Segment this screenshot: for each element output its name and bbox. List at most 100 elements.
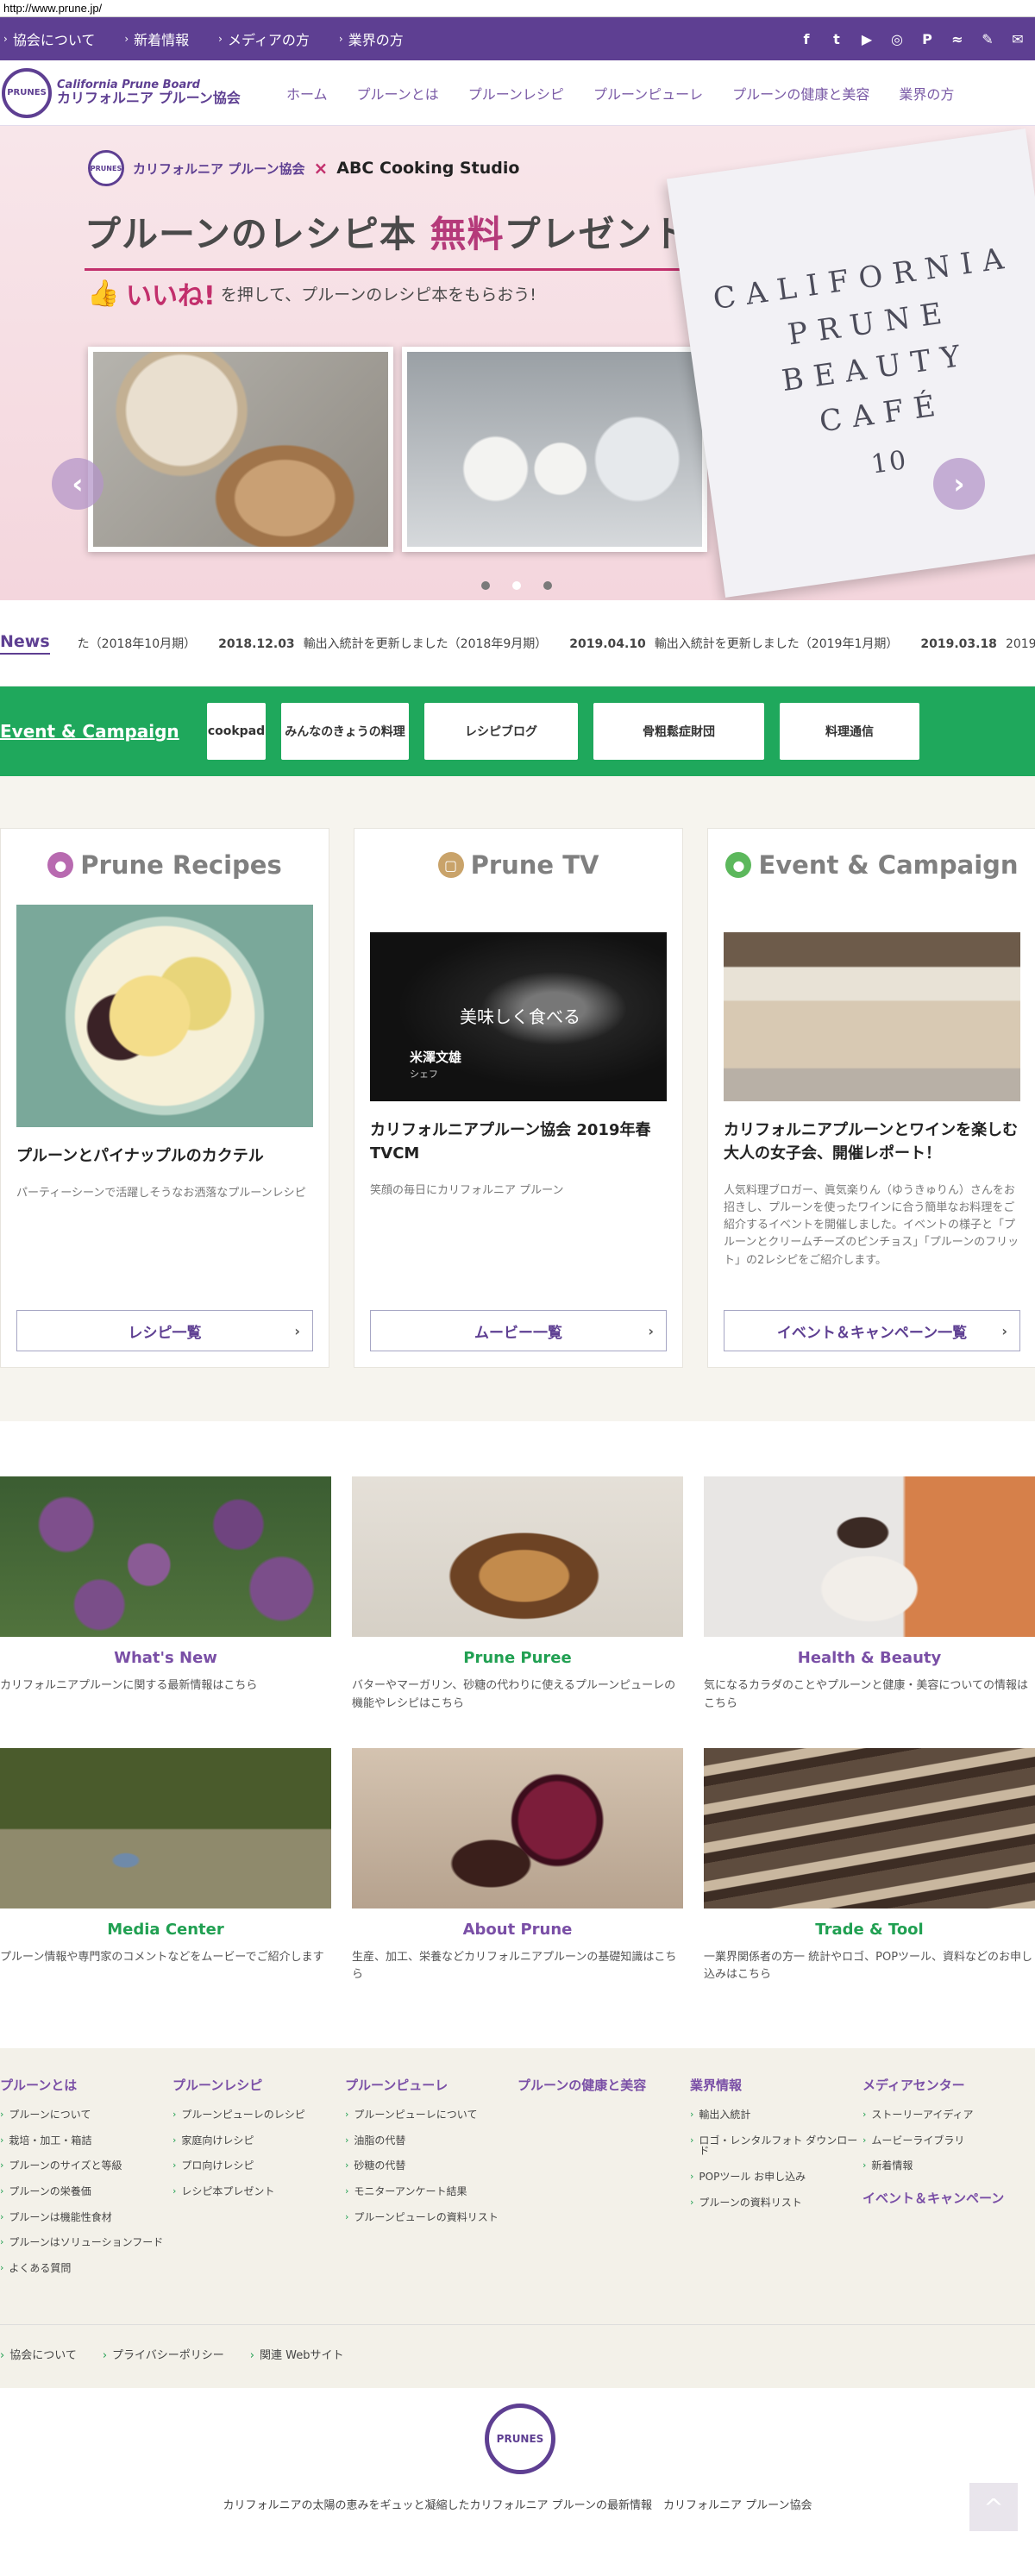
footer-link[interactable]: › 栽培・加工・箱詰 xyxy=(0,2135,172,2147)
slider-dot[interactable] xyxy=(481,581,490,590)
nav-puree[interactable]: プルーンピューレ xyxy=(593,83,703,103)
footer-link[interactable]: › ロゴ・レンタルフォト ダウンロード xyxy=(690,2134,862,2157)
footer-column-heading[interactable]: 業界情報 xyxy=(690,2076,862,2094)
pinterest-icon[interactable]: P xyxy=(917,28,938,49)
footer-link[interactable]: › プルーンの資料リスト xyxy=(690,2197,862,2209)
tile-about-prune[interactable]: About Prune 生産、加工、栄養などカリフォルニアプルーンの基礎知識はこち… xyxy=(352,1747,683,1985)
news-item[interactable]: 2019.03.182019年 春のキャ xyxy=(920,635,1035,652)
tile-image[interactable] xyxy=(704,1476,1035,1637)
footer-link[interactable]: › 輸出入統計 xyxy=(690,2109,862,2121)
recipe-list-button[interactable]: レシピ一覧 › xyxy=(16,1310,313,1351)
card-title[interactable]: カリフォルニアプルーンとワインを楽しむ大人の女子会、開催レポート！ xyxy=(724,1119,1020,1165)
footer-link[interactable]: › プルーンピューレの資料リスト xyxy=(345,2210,518,2223)
tile-health-beauty[interactable]: Health & Beauty 気になるカラダのことやプルーンと健康・美容について… xyxy=(704,1476,1035,1714)
footer-link[interactable]: › POPツール お申し込み xyxy=(690,2172,862,2183)
top-links: › 協会について › 新着情報 › メディアの方 › 業界の方 xyxy=(3,28,796,49)
twitter-icon[interactable]: t xyxy=(826,28,847,49)
instagram-icon[interactable]: ◎ xyxy=(887,28,907,49)
card-heading: Prune TV xyxy=(470,850,599,880)
back-to-top-button[interactable]: ^ xyxy=(969,2483,1018,2532)
mail-icon[interactable]: ✉ xyxy=(1007,28,1028,49)
top-link-media[interactable]: › メディアの方 xyxy=(218,28,310,49)
prunes-footer-logo[interactable]: PRUNES xyxy=(485,2404,555,2475)
news-label[interactable]: News xyxy=(0,632,50,655)
footer-column-heading[interactable]: プルーンレシピ xyxy=(172,2076,345,2094)
footer-link[interactable]: › モニターアンケート結果 xyxy=(345,2186,518,2197)
footer-event-link[interactable]: イベント＆キャンペーン xyxy=(862,2189,1035,2207)
footer-link-about[interactable]: › 協会について xyxy=(0,2346,77,2362)
card-title[interactable]: プルーンとパイナップルのカクテル xyxy=(16,1144,313,1168)
nav-health[interactable]: プルーンの健康と美容 xyxy=(732,83,869,103)
youtube-icon[interactable]: ▶ xyxy=(856,28,877,49)
card-image[interactable]: 美味しく食べる 米澤文雄 シェフ xyxy=(370,932,667,1101)
footer-link[interactable]: › プルーンは機能性食材 xyxy=(0,2211,172,2223)
rss-icon[interactable]: ≈ xyxy=(947,28,968,49)
nav-home[interactable]: ホーム xyxy=(286,83,328,103)
footer-link[interactable]: › レシピ本プレゼント xyxy=(172,2186,345,2197)
partner-ryouri-tsushin[interactable]: 料理通信 xyxy=(780,703,919,760)
tile-image[interactable] xyxy=(352,1476,683,1637)
nav-about-prune[interactable]: プルーンとは xyxy=(357,83,439,103)
slider-dot[interactable] xyxy=(512,581,521,590)
footer-link[interactable]: › ストーリーアイディア xyxy=(862,2109,1035,2121)
footer-link-privacy[interactable]: › プライバシーポリシー xyxy=(103,2346,224,2362)
footer-link[interactable]: › ムービーライブラリ xyxy=(862,2135,1035,2147)
tile-prune-puree[interactable]: Prune Puree バターやマーガリン、砂糖の代わりに使えるプルーンピューレの… xyxy=(352,1476,683,1714)
footer-column: プルーンとは › プルーンについて › 栽培・加工・箱詰 › プルーンのサイズと等級 › プルー… xyxy=(0,2076,172,2288)
event-list-button[interactable]: イベント＆キャンペーン一覧 › xyxy=(724,1310,1020,1351)
blog-icon[interactable]: ✎ xyxy=(977,28,998,49)
tile-image[interactable] xyxy=(0,1747,331,1908)
footer-link[interactable]: › 新着情報 xyxy=(862,2160,1035,2172)
top-link-industry[interactable]: › 業界の方 xyxy=(339,28,404,49)
footer-link[interactable]: › プロ向けレシピ xyxy=(172,2160,345,2172)
top-link-about[interactable]: › 協会について xyxy=(3,28,95,49)
event-campaign-link[interactable]: Event & Campaign xyxy=(0,721,191,742)
chevron-right-icon: › xyxy=(345,2210,349,2222)
footer-column-heading[interactable]: メディアセンター xyxy=(862,2076,1035,2094)
footer-column-heading[interactable]: プルーンピューレ xyxy=(345,2076,518,2094)
footer-link[interactable]: › プルーンのサイズと等級 xyxy=(0,2160,172,2172)
card-image[interactable] xyxy=(16,905,313,1127)
tile-media-center[interactable]: Media Center プルーン情報や専門家のコメントなどをムービーでご紹介しま… xyxy=(0,1747,331,1985)
news-item[interactable]: 2018.12.03 輸出入統計を更新しました（2018年9月期） xyxy=(218,635,547,652)
slider-next-button[interactable]: › xyxy=(933,458,985,510)
facebook-icon[interactable]: f xyxy=(796,28,817,49)
footer-link[interactable]: › プルーンについて xyxy=(0,2109,172,2121)
top-link-news[interactable]: › 新着情報 xyxy=(124,28,189,49)
tile-image[interactable] xyxy=(352,1747,683,1908)
site-logo[interactable]: PRUNES California Prune Board カリフォルニア プル… xyxy=(2,67,260,118)
footer-link[interactable]: › よくある質問 xyxy=(0,2263,172,2274)
hero-slider[interactable]: PRUNES カリフォルニア プルーン協会 × ABC Cooking Stud… xyxy=(0,126,1035,600)
footer-link[interactable]: › 砂糖の代替 xyxy=(345,2160,518,2172)
partner-cookpad[interactable]: cookpad xyxy=(207,703,266,760)
tile-image[interactable] xyxy=(0,1476,331,1637)
card-image[interactable] xyxy=(724,932,1020,1101)
slider-prev-button[interactable]: ‹ xyxy=(52,458,104,510)
tile-image[interactable] xyxy=(704,1747,1035,1908)
footer-link[interactable]: › プルーンピューレについて xyxy=(345,2109,518,2121)
card-title[interactable]: カリフォルニアプルーン協会 2019年春TVCM xyxy=(370,1119,667,1165)
footer-link[interactable]: › プルーンはソリューションフード xyxy=(0,2237,172,2248)
partner-recipe-blog[interactable]: レシピブログ xyxy=(424,703,578,760)
footer-column-heading[interactable]: プルーンの健康と美容 xyxy=(518,2076,690,2094)
slider-dot[interactable] xyxy=(543,581,552,590)
footer-link[interactable]: › プルーンピューレのレシピ xyxy=(172,2109,345,2121)
footer-link[interactable]: › プルーンの栄養価 xyxy=(0,2186,172,2197)
news-item[interactable]: 2019.04.10 輸出入統計を更新しました（2019年1月期） xyxy=(569,635,898,652)
tile-trade-tool[interactable]: Trade & Tool 一業界関係者の方一 統計やロゴ、POPツール、資料などの… xyxy=(704,1747,1035,1985)
address-bar[interactable]: http://www.prune.jp/ xyxy=(0,0,1035,17)
footer-column-heading[interactable]: プルーンとは xyxy=(0,2076,172,2094)
footer-link[interactable]: › 家庭向けレシピ xyxy=(172,2135,345,2147)
news-items: た（2018年10月期） 2018.12.03 輸出入統計を更新しました（2018… xyxy=(69,635,1035,652)
logo-line2: カリフォルニア プルーン協会 xyxy=(57,89,241,106)
partner-bone-foundation[interactable]: 骨粗鬆症財団 xyxy=(593,703,764,760)
footer-link[interactable]: › 油脂の代替 xyxy=(345,2135,518,2147)
partner-kyou-no-ryouri[interactable]: みんなのきょうの料理 xyxy=(281,703,409,760)
tile-whats-new[interactable]: What's New カリフォルニアプルーンに関する最新情報はこちら xyxy=(0,1476,331,1714)
news-item[interactable]: た（2018年10月期） xyxy=(69,635,196,652)
movie-list-button[interactable]: ムービー一覧 › xyxy=(370,1310,667,1351)
footer-link-related[interactable]: › 関連 Webサイト xyxy=(250,2346,344,2362)
nav-recipes[interactable]: プルーンレシピ xyxy=(468,83,564,103)
hero-photo-toast xyxy=(88,347,393,552)
nav-industry[interactable]: 業界の方 xyxy=(899,83,954,103)
